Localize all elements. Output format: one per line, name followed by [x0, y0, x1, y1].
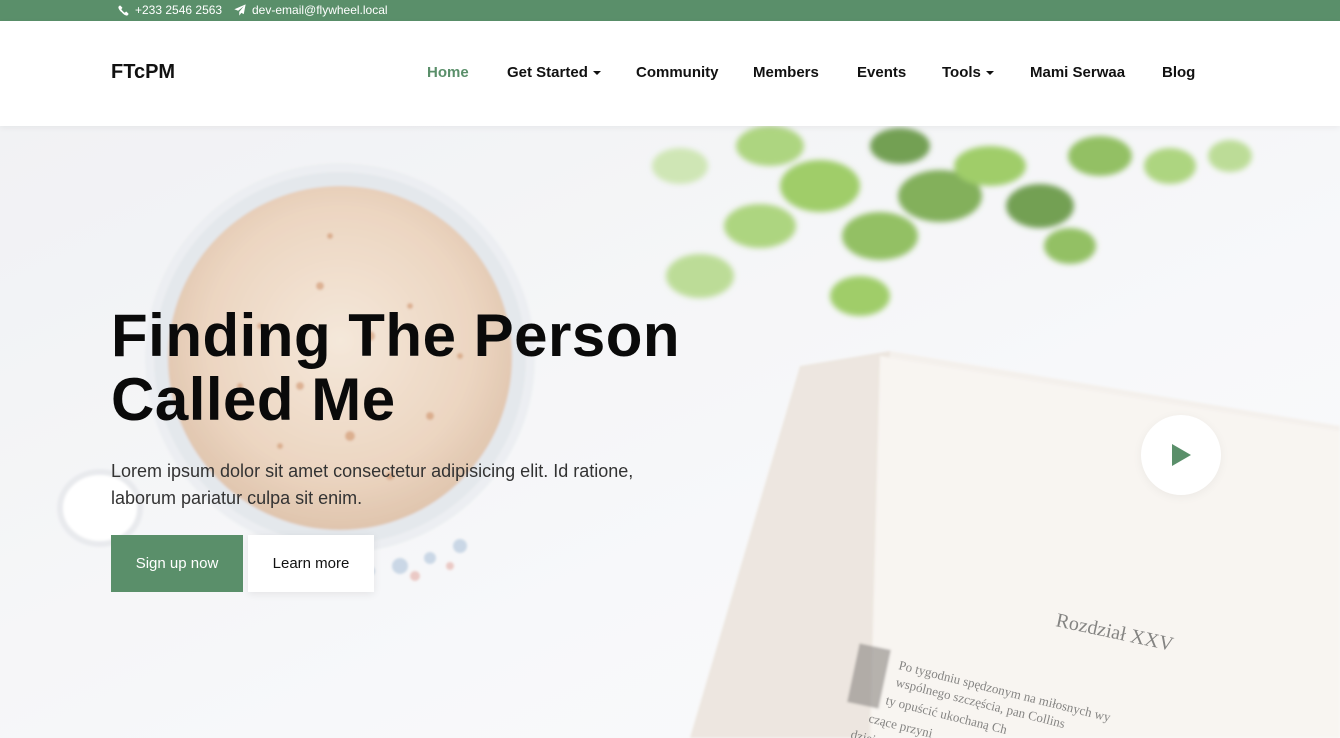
nav-item-blog[interactable]: Blog [1162, 64, 1195, 81]
nav-item-label: Blog [1162, 64, 1196, 81]
phone-icon [118, 4, 129, 16]
nav-item-label: Community [636, 64, 719, 81]
hero-title-line: Called Me [111, 366, 396, 433]
play-icon [1172, 444, 1191, 466]
phone-number: +233 2546 2563 [135, 3, 223, 17]
hero-section: Rozdział XXV Po tygodniu spędzonym na mi… [0, 126, 1340, 738]
caret-down-icon [592, 70, 601, 75]
nav-item-label: Get Started [507, 64, 588, 81]
nav-item-label: Tools [942, 64, 981, 81]
nav-item-get-started[interactable]: Get Started [507, 64, 601, 81]
hero-title-line: Finding The Person [111, 302, 681, 369]
learn-more-button[interactable]: Learn more [248, 535, 374, 592]
main-nav: Home Get Started Community Members Event… [0, 64, 1340, 84]
nav-item-events[interactable]: Events [857, 64, 906, 81]
nav-item-label: Members [753, 64, 819, 81]
nav-item-mami-serwaa[interactable]: Mami Serwaa [1030, 64, 1125, 81]
top-contact-bar: +233 2546 2563 dev-email@flywheel.local [0, 0, 1340, 21]
email-address: dev-email@flywheel.local [252, 3, 388, 17]
hero-description: Lorem ipsum dolor sit amet consectetur a… [111, 461, 634, 508]
play-video-button[interactable] [1141, 415, 1221, 495]
phone-contact[interactable]: +233 2546 2563 [118, 3, 222, 17]
caret-down-icon [985, 70, 994, 75]
nav-item-label: Events [857, 64, 907, 81]
nav-item-tools[interactable]: Tools [942, 64, 994, 81]
nav-item-community[interactable]: Community [636, 64, 719, 81]
nav-item-label: Home [427, 64, 469, 81]
nav-item-label: Mami Serwaa [1030, 64, 1126, 81]
nav-item-home[interactable]: Home [427, 64, 469, 81]
nav-item-members[interactable]: Members [753, 64, 819, 81]
email-contact[interactable]: dev-email@flywheel.local [234, 3, 388, 17]
site-header: FTcPM Home Get Started Community Members… [0, 21, 1340, 126]
paper-plane-icon [234, 4, 246, 16]
sign-up-button[interactable]: Sign up now [111, 535, 243, 592]
hero-title: Finding The Person Called Me [111, 304, 731, 432]
